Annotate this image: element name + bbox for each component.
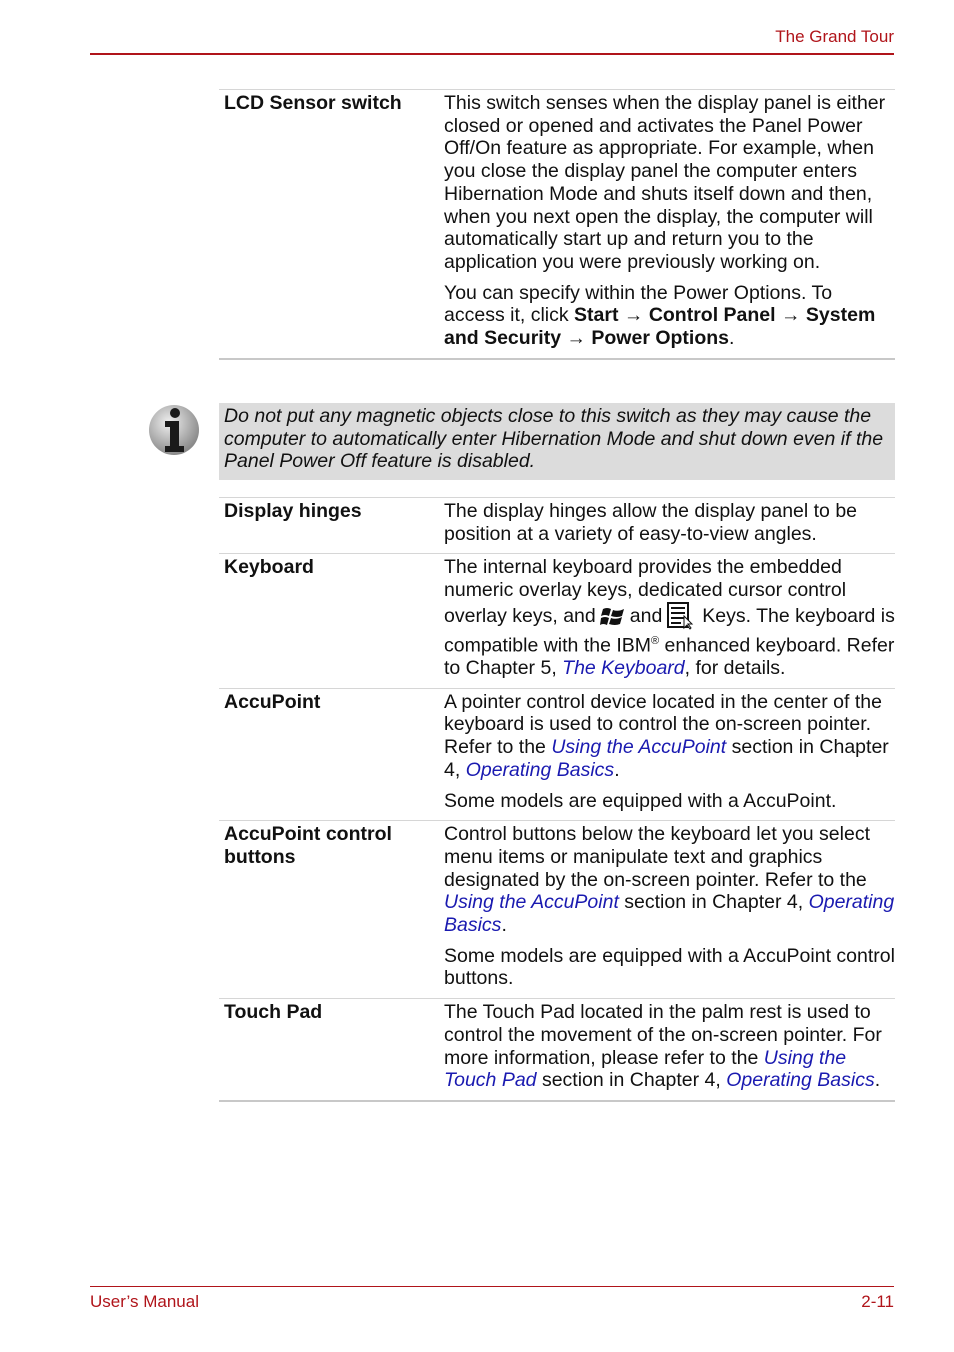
keyboard-text: , for details. xyxy=(684,657,786,680)
term-touch-pad: Touch Pad xyxy=(224,1001,323,1024)
header-rule xyxy=(90,53,894,55)
table-row: AccuPoint control buttons Control button… xyxy=(219,820,895,998)
accupoint-paragraph-1: A pointer control device located in the … xyxy=(444,691,895,782)
footer-rule xyxy=(90,1286,894,1287)
link-operating-basics[interactable]: Operating Basics xyxy=(726,1069,875,1091)
menu-path-control-panel: Control Panel xyxy=(648,304,776,327)
info-icon xyxy=(149,405,199,455)
desc-accupoint-control-buttons: Control buttons below the keyboard let y… xyxy=(444,823,895,990)
period: . xyxy=(729,327,735,350)
arrow: → xyxy=(781,304,801,327)
term-display-hinges: Display hinges xyxy=(224,500,362,522)
table-row: Display hinges The display hinges allow … xyxy=(219,497,895,553)
term-lcd-sensor-switch: LCD Sensor switch xyxy=(224,92,402,114)
desc-accupoint: A pointer control device located in the … xyxy=(444,691,895,813)
link-operating-basics[interactable]: Operating Basics xyxy=(466,759,615,781)
arrow: → xyxy=(566,327,586,350)
touchpad-text: section in Chapter 4, xyxy=(536,1069,727,1092)
components-table: Display hinges The display hinges allow … xyxy=(219,497,895,1102)
menu-path-start: Start xyxy=(574,304,619,327)
link-the-keyboard[interactable]: The Keyboard xyxy=(562,657,685,679)
desc-keyboard: The internal keyboard provides the embed… xyxy=(444,556,895,679)
period: . xyxy=(874,1069,881,1092)
buttons-text: section in Chapter 4, xyxy=(618,891,809,914)
lcd-paragraph-1: This switch senses when the display pane… xyxy=(444,92,886,273)
table-row: Keyboard The internal keyboard provides … xyxy=(219,553,895,687)
desc-lcd-sensor-switch: This switch senses when the display pane… xyxy=(444,92,895,350)
arrow: → xyxy=(623,304,644,327)
period: . xyxy=(501,914,507,937)
link-using-the-accupoint[interactable]: Using the AccuPoint xyxy=(444,891,619,913)
lcd-paragraph-2: You can specify within the Power Options… xyxy=(444,282,895,350)
desc-touch-pad: The Touch Pad located in the palm rest i… xyxy=(444,1001,895,1092)
buttons-paragraph-1: Control buttons below the keyboard let y… xyxy=(444,823,895,937)
link-using-the-accupoint[interactable]: Using the AccuPoint xyxy=(551,736,726,758)
table-row: AccuPoint A pointer control device locat… xyxy=(219,687,895,821)
registered-mark: ® xyxy=(651,634,660,647)
term-accupoint: AccuPoint xyxy=(224,690,321,713)
buttons-text: Control buttons below the keyboard let y… xyxy=(444,823,871,891)
term-accupoint-control-buttons: AccuPoint control buttons xyxy=(224,823,392,868)
table-row: Touch Pad The Touch Pad located in the p… xyxy=(219,998,895,1102)
menu-path-power-options: Power Options xyxy=(591,327,729,350)
application-key-icon xyxy=(667,601,694,630)
table-row: LCD Sensor switch This switch senses whe… xyxy=(219,89,895,360)
accupoint-paragraph-2: Some models are equipped with a AccuPoin… xyxy=(444,789,837,812)
note-box: Do not put any magnetic objects close to… xyxy=(219,403,895,480)
footer-manual-title: User’s Manual xyxy=(90,1292,199,1311)
header-title: The Grand Tour xyxy=(775,27,894,46)
buttons-paragraph-2: Some models are equipped with a AccuPoin… xyxy=(444,944,895,990)
period: . xyxy=(614,758,620,781)
term-keyboard: Keyboard xyxy=(224,556,314,579)
page-number: 2-11 xyxy=(861,1292,894,1311)
desc-display-hinges: The display hinges allow the display pan… xyxy=(444,500,858,545)
keyboard-text: and xyxy=(629,604,663,627)
windows-key-icon xyxy=(599,607,624,625)
lcd-table: LCD Sensor switch This switch senses whe… xyxy=(219,89,895,360)
